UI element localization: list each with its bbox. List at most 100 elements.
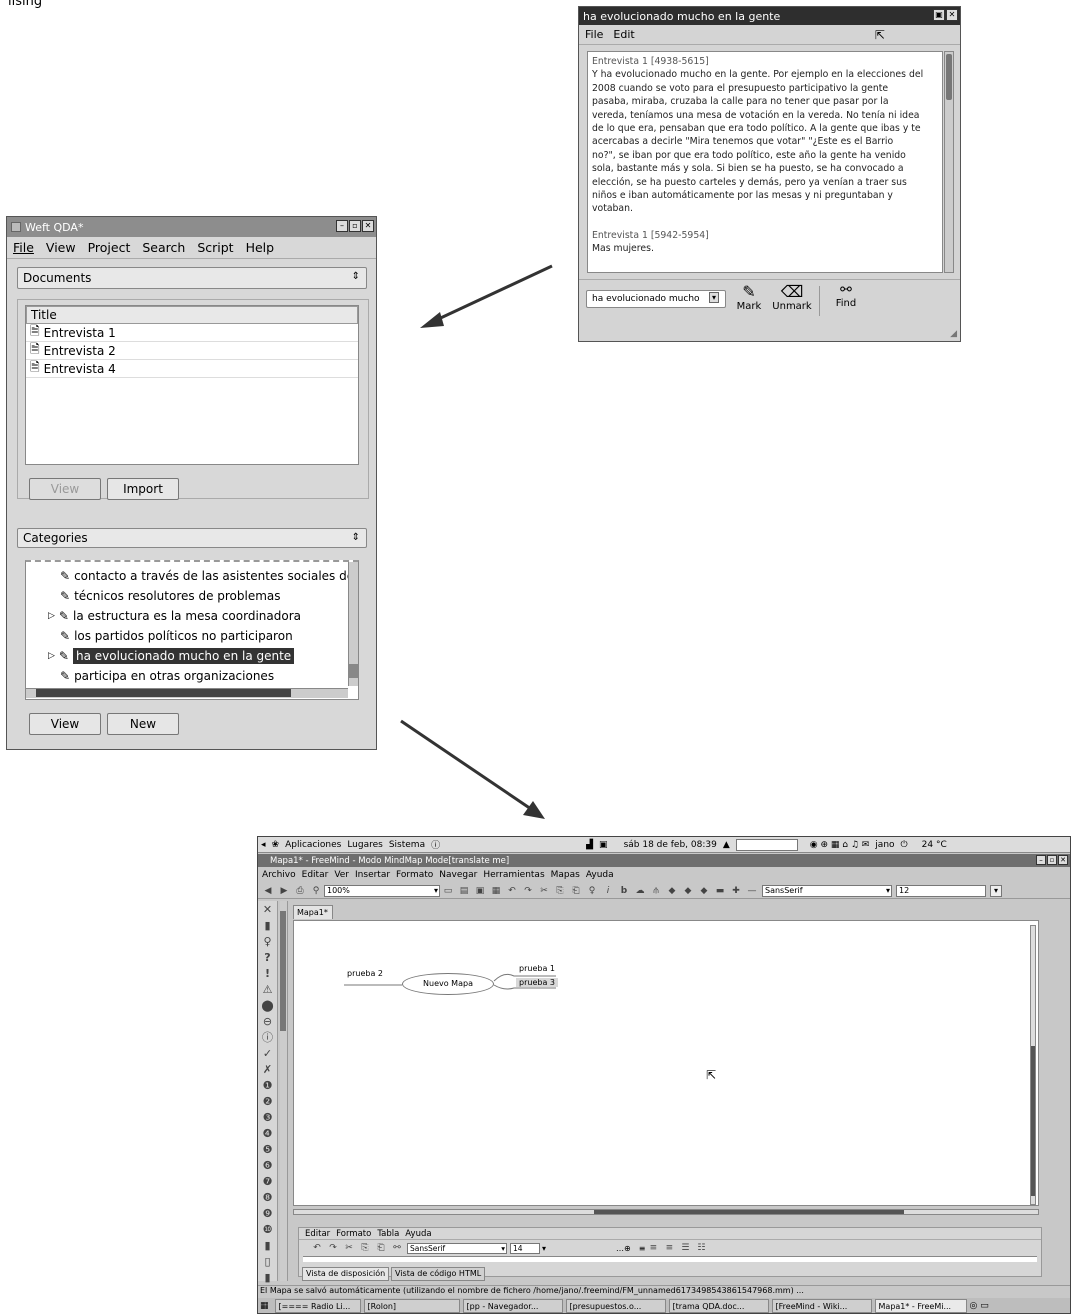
editor-size-select[interactable]: 14 xyxy=(510,1242,540,1254)
align-left-icon[interactable]: ≡ xyxy=(639,1244,646,1253)
idea-icon[interactable]: ♀ xyxy=(261,935,275,949)
align-right-icon[interactable]: ≡ xyxy=(663,1242,675,1254)
show-desktop-icon[interactable]: ▦ xyxy=(260,1301,269,1311)
power-icon[interactable]: ⏻ xyxy=(901,840,908,850)
open-file-icon[interactable]: ▤ xyxy=(458,885,470,897)
view-tab-layout[interactable]: Vista de disposición xyxy=(302,1267,390,1281)
tree-item[interactable]: ✎ técnicos resolutores de problemas xyxy=(26,586,358,606)
color-icon[interactable]: ⊕ xyxy=(624,1244,631,1253)
menu-script[interactable]: Script xyxy=(197,240,233,255)
forward-icon[interactable]: ▶ xyxy=(278,885,290,897)
check-icon[interactable]: ✓ xyxy=(261,1047,275,1061)
tree-item[interactable]: ✎ participa en otras organizaciones xyxy=(26,666,358,686)
maximize-icon[interactable]: ▫ xyxy=(349,220,361,232)
priority-6-icon[interactable]: ❻ xyxy=(261,1159,275,1173)
minus-circle-icon[interactable]: ⊖ xyxy=(261,1015,275,1029)
nav-left-icon[interactable]: ◆ xyxy=(666,885,678,897)
bullet-list-icon[interactable]: ☰ xyxy=(679,1242,691,1254)
undo-icon[interactable]: ↶ xyxy=(506,885,518,897)
node-prueba-2[interactable]: prueba 2 xyxy=(347,969,383,978)
cloud-icon[interactable]: ☁ xyxy=(634,885,646,897)
task-freemind-wiki[interactable]: [FreeMind - Wiki... xyxy=(771,1299,872,1313)
menu-herramientas[interactable]: Herramientas xyxy=(483,870,544,880)
categories-vscrollbar[interactable] xyxy=(348,562,358,686)
scrollbar-thumb[interactable] xyxy=(946,54,952,100)
scrollbar-thumb[interactable] xyxy=(594,1210,904,1214)
nav-up-icon[interactable]: ◆ xyxy=(698,885,710,897)
task-navegador[interactable]: [pp - Navegador... xyxy=(462,1299,563,1313)
print-icon[interactable]: ⎙ xyxy=(294,885,306,897)
chevron-down-icon[interactable]: ▾ xyxy=(542,1244,546,1253)
menu-archivo[interactable]: Archivo xyxy=(262,870,296,880)
align-center-icon[interactable]: ≡ xyxy=(647,1242,659,1254)
task-mapa1[interactable]: Mapa1* - FreeMi... xyxy=(874,1299,967,1313)
new-category-button[interactable]: New xyxy=(107,713,179,735)
node-prueba-3[interactable]: prueba 3 xyxy=(516,978,558,987)
menu-file[interactable]: File xyxy=(13,240,34,255)
map-hscrollbar[interactable] xyxy=(293,1209,1039,1215)
font-select[interactable]: SansSerif ▾ xyxy=(762,884,892,897)
cut-icon[interactable]: ✂ xyxy=(538,885,550,897)
view-category-button[interactable]: View xyxy=(29,713,101,735)
tree-item-selected[interactable]: ▷ ✎ ha evolucionado mucho en la gente xyxy=(26,646,358,666)
view-tab-html[interactable]: Vista de código HTML xyxy=(391,1267,486,1281)
line-icon[interactable]: — xyxy=(746,885,758,897)
text-scrollbar[interactable] xyxy=(944,51,954,273)
menu-help[interactable]: Help xyxy=(246,240,275,255)
exclamation-icon[interactable]: ! xyxy=(261,967,275,981)
italic-icon[interactable]: i xyxy=(602,885,614,897)
bold-icon[interactable]: b xyxy=(618,885,630,897)
new-file-icon[interactable]: ▭ xyxy=(442,885,454,897)
scrollbar-thumb[interactable] xyxy=(349,664,358,678)
splitter-handle[interactable] xyxy=(280,911,286,1031)
user-label[interactable]: jano xyxy=(875,840,894,850)
maximize-icon[interactable]: ▣ xyxy=(933,9,945,21)
coding-window-titlebar[interactable]: ha evolucionado mucho en la gente ▣ ✕ xyxy=(579,7,960,25)
code-select[interactable]: ha evolucionado mucho ▾ xyxy=(586,290,726,308)
menu-edit[interactable]: Edit xyxy=(613,28,634,41)
copy-icon[interactable]: ⎘ xyxy=(359,1242,371,1254)
list-item[interactable]: 🗎 Entrevista 2 xyxy=(26,342,358,360)
node-prueba-1[interactable]: prueba 1 xyxy=(519,964,555,973)
mark-button[interactable]: ✎ Mark xyxy=(733,282,765,312)
network-icon[interactable]: ▟ xyxy=(586,840,593,850)
menu-view[interactable]: View xyxy=(46,240,76,255)
back-icon[interactable]: ◀ xyxy=(262,885,274,897)
tree-item[interactable]: ✎ los partidos políticos no participaron xyxy=(26,626,358,646)
close-icon[interactable]: ✕ xyxy=(946,9,958,21)
node-root[interactable]: Nuevo Mapa xyxy=(402,973,494,995)
info-icon[interactable]: ⓘ xyxy=(261,1031,275,1045)
menu-project[interactable]: Project xyxy=(88,240,131,255)
editor-font-select[interactable]: SansSerif ▾ xyxy=(407,1242,507,1254)
import-button[interactable]: Import xyxy=(107,478,179,500)
menu-ver[interactable]: Ver xyxy=(334,870,349,880)
task-rolon[interactable]: [Rolon] xyxy=(363,1299,460,1313)
find-icon[interactable]: ⚯ xyxy=(391,1242,403,1254)
priority-1-icon[interactable]: ❶ xyxy=(261,1079,275,1093)
edge-icon[interactable]: ▬ xyxy=(714,885,726,897)
trash-icon[interactable]: ▮ xyxy=(261,919,275,933)
close-icon[interactable]: ✕ xyxy=(362,220,374,232)
paste-icon[interactable]: ⎗ xyxy=(375,1242,387,1254)
cross-icon[interactable]: ✗ xyxy=(261,1063,275,1077)
minimize-icon[interactable]: – xyxy=(1036,855,1046,865)
copy-icon[interactable]: ⎘ xyxy=(554,885,566,897)
priority-4-icon[interactable]: ❹ xyxy=(261,1127,275,1141)
coded-text-area[interactable]: Entrevista 1 [4938-5615] Y ha evoluciona… xyxy=(587,51,943,273)
paste-icon[interactable]: ⎗ xyxy=(570,885,582,897)
priority-9-icon[interactable]: ❾ xyxy=(261,1207,275,1221)
editor-menu-ayuda[interactable]: Ayuda xyxy=(405,1229,431,1239)
redo-icon[interactable]: ↷ xyxy=(522,885,534,897)
fork-icon[interactable]: ⫛ xyxy=(650,885,662,897)
question-icon[interactable]: ? xyxy=(261,951,275,965)
menu-editar[interactable]: Editar xyxy=(302,870,329,880)
priority-3-icon[interactable]: ❸ xyxy=(261,1111,275,1125)
map-canvas[interactable]: prueba 2 Nuevo Mapa prueba 1 prueba 3 ⇱ xyxy=(293,920,1039,1206)
freemind-titlebar[interactable]: Mapa1* - FreeMind - Modo MindMap Mode[tr… xyxy=(258,854,1070,867)
chevron-down-icon[interactable]: ▾ xyxy=(990,884,1002,897)
panel-sistema[interactable]: Sistema xyxy=(389,840,425,850)
panel-lugares[interactable]: Lugares xyxy=(347,840,383,850)
expander-icon[interactable]: ▷ xyxy=(48,651,55,661)
warning-icon[interactable]: ⚠ xyxy=(261,983,275,997)
maximize-icon[interactable]: ▫ xyxy=(1047,855,1057,865)
